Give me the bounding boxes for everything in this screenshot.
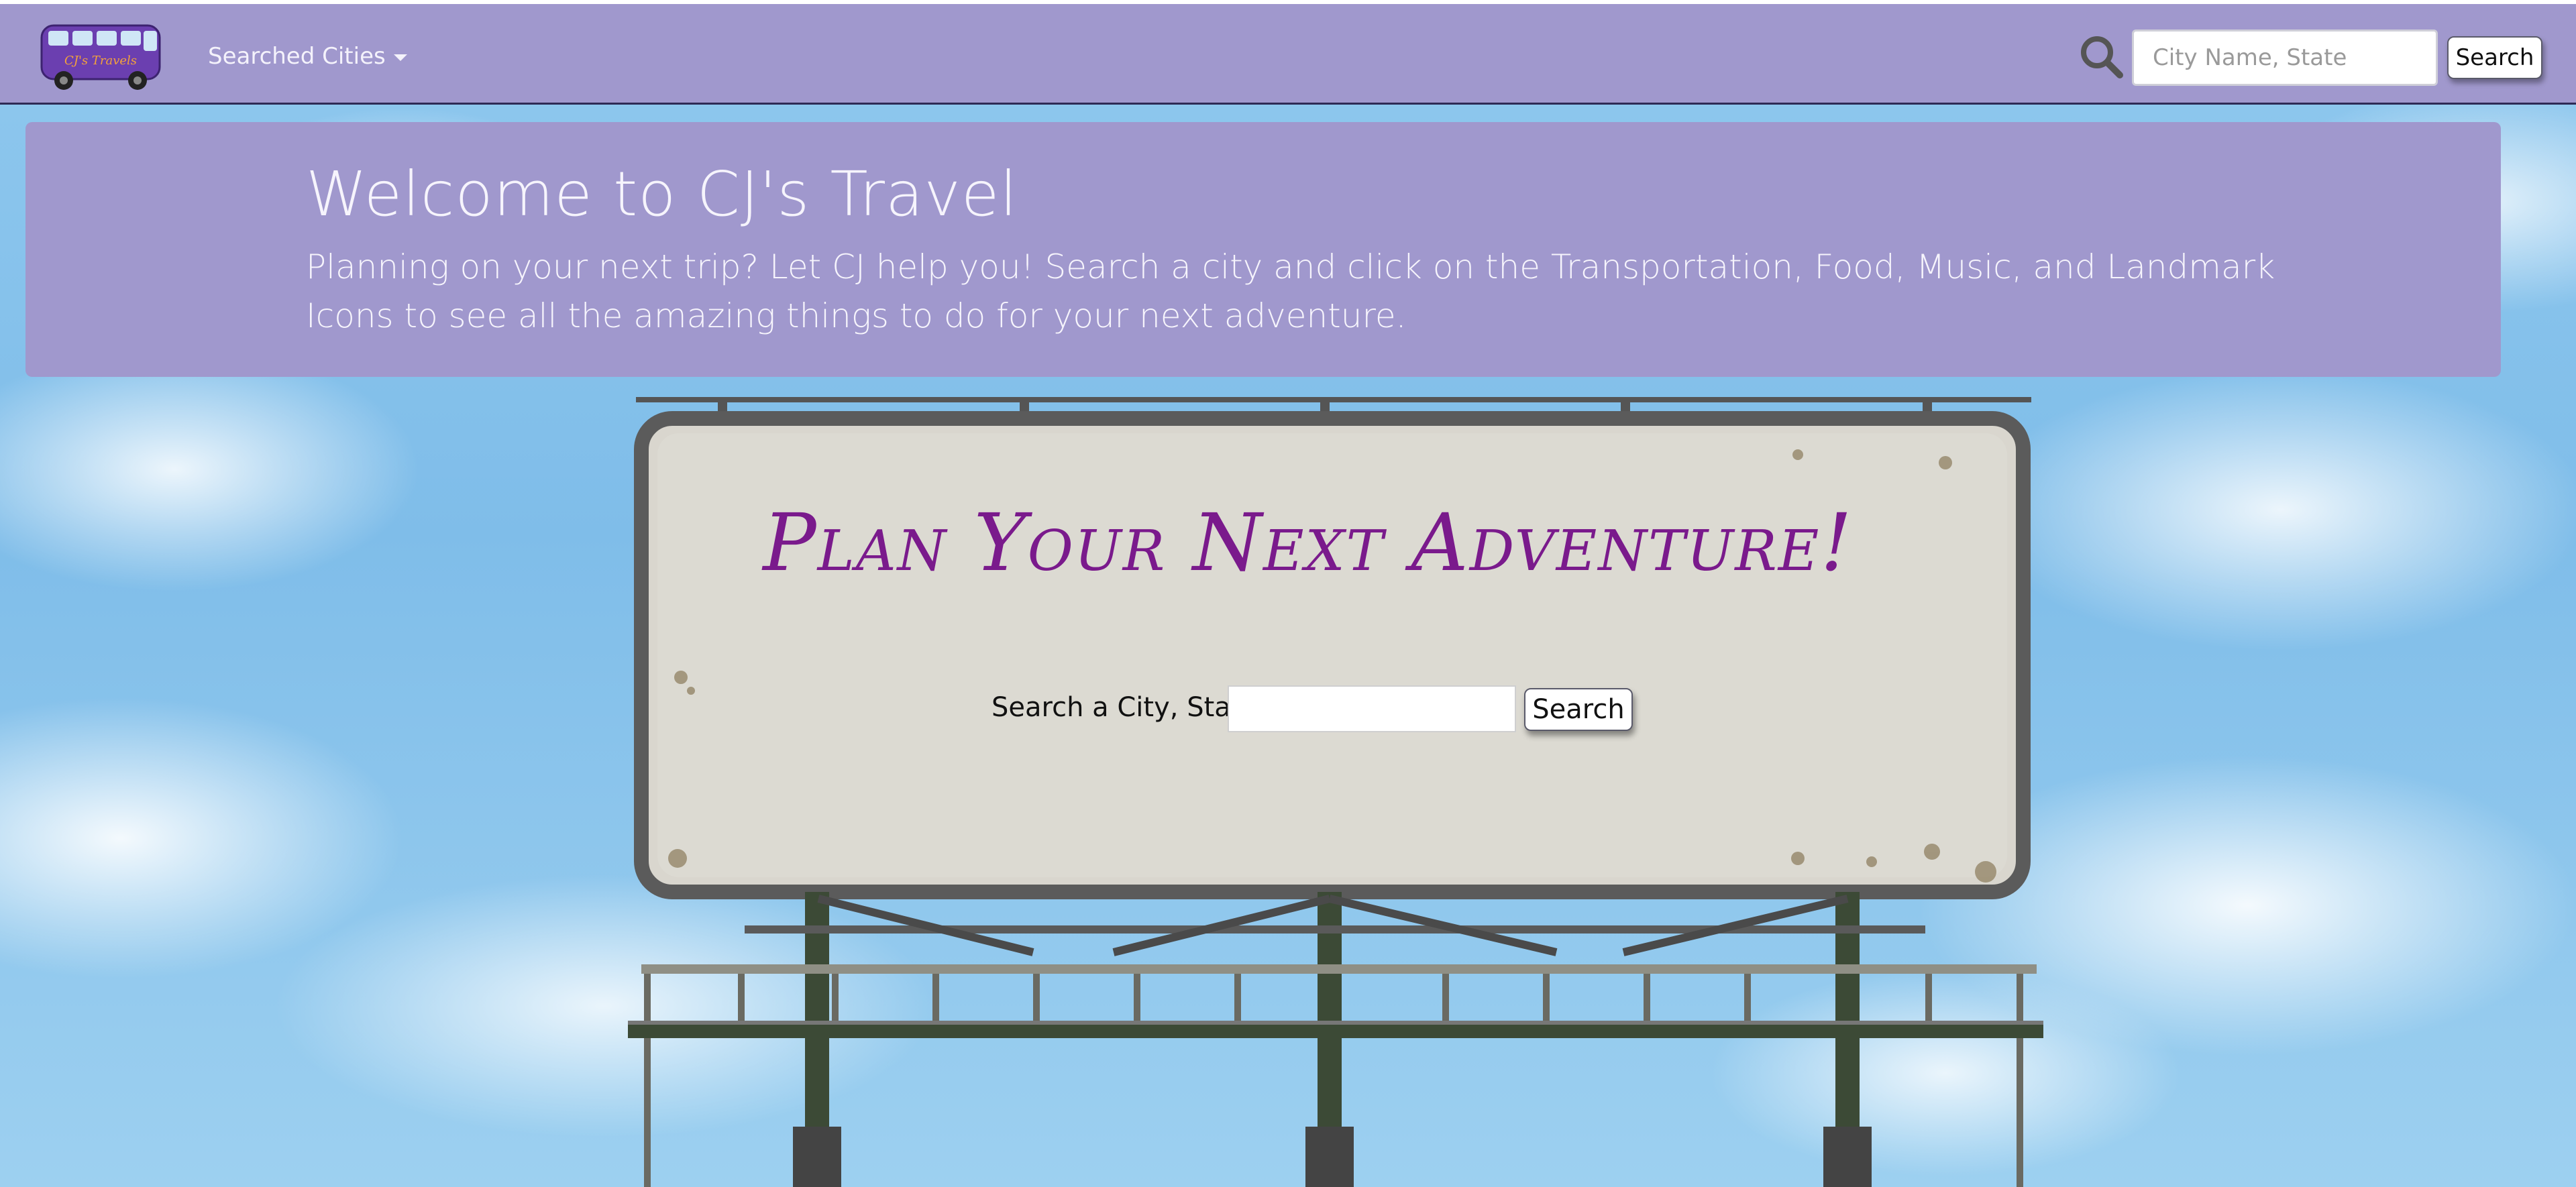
caret-down-icon [393,54,407,61]
welcome-jumbotron: Welcome to CJ's Travel Planning on your … [25,122,2501,377]
logo-bus[interactable]: CJ's Travels [34,13,168,94]
searched-cities-dropdown[interactable]: Searched Cities [208,43,407,70]
billboard-search-button[interactable]: Search [1524,688,1633,731]
nav-search-button[interactable]: Search [2447,36,2542,79]
nav-search-input[interactable] [2132,30,2438,86]
bus-icon: CJ's Travels [40,24,161,90]
search-icon [2081,36,2123,78]
welcome-description: Planning on your next trip? Let CJ help … [306,247,2275,335]
welcome-title: Welcome to CJ's Travel [306,158,1018,230]
dropdown-label: Searched Cities [208,43,386,70]
billboard-search-label: Search a City, State [991,692,1258,723]
svg-text:CJ's Travels: CJ's Travels [64,54,137,68]
billboard-search-input[interactable] [1228,685,1516,732]
navbar: CJ's Travels Searched Cities Search [0,4,2576,105]
billboard-title: Plan Your Next Adventure! [763,496,1854,589]
